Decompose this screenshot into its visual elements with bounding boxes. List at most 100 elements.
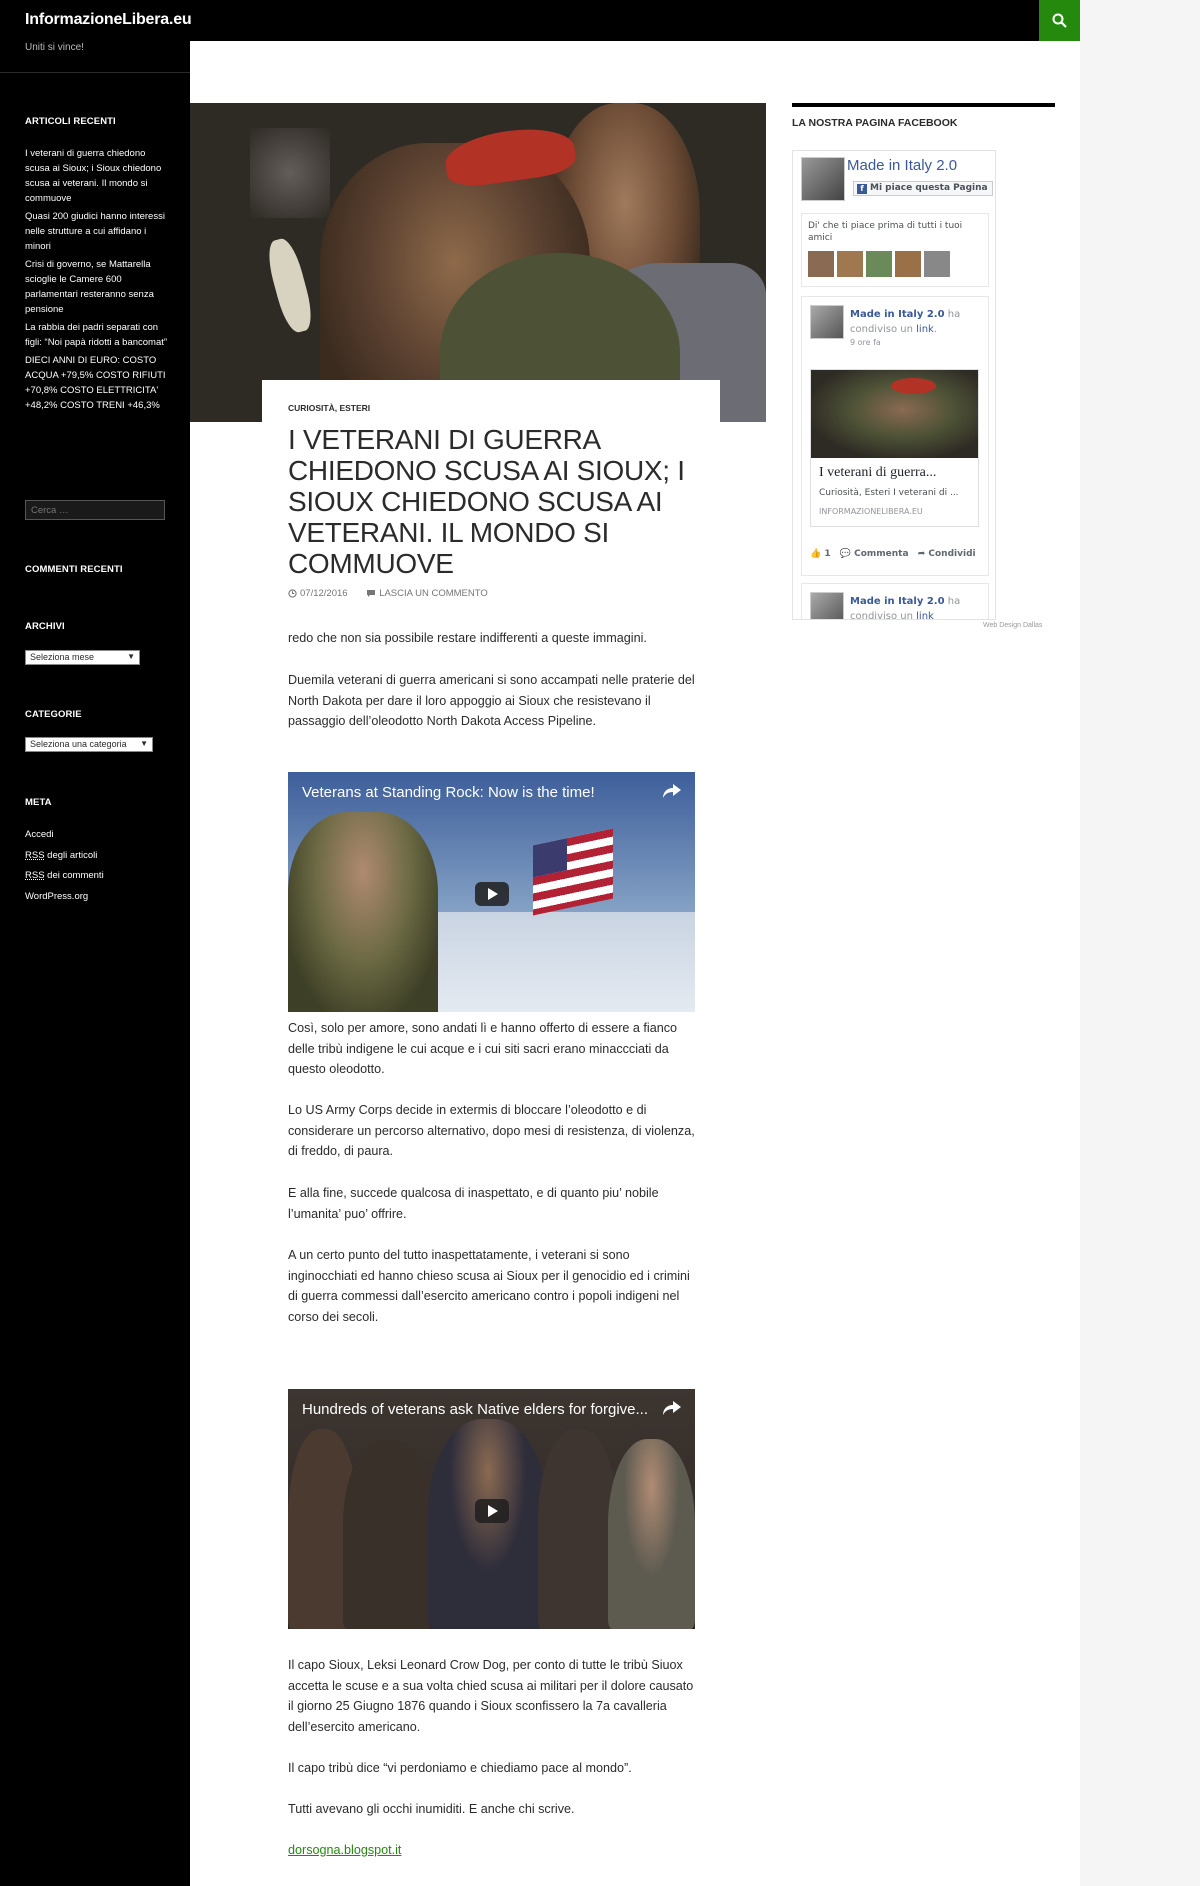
dropdown-arrow-icon: ▼	[140, 739, 148, 748]
video-title[interactable]: Hundreds of veterans ask Native elders f…	[302, 1401, 648, 1418]
post-actions: 👍 1 💬 Commenta ➦ Condividi	[810, 549, 980, 559]
share-icon[interactable]	[663, 784, 681, 803]
post-link[interactable]: link	[916, 324, 934, 335]
article-paragraph: A un certo punto del tutto inaspettatame…	[288, 1248, 690, 1324]
sidebar-search-input[interactable]	[25, 500, 165, 520]
rss-abbr: RSS	[25, 870, 45, 881]
comment-icon: 💬	[839, 549, 851, 559]
categories-select-value: Seleziona una categoria	[30, 739, 127, 749]
site-tagline: Uniti si vince!	[25, 42, 84, 53]
article-title: I VETERANI DI GUERRA CHIEDONO SCUSA AI S…	[288, 424, 685, 579]
like-page-label: Mi piace questa Pagina	[870, 183, 988, 193]
login-link[interactable]: Accedi	[25, 825, 104, 846]
recent-posts-title: ARTICOLI RECENTI	[25, 116, 116, 127]
rss-comments-link[interactable]: RSS dei commenti	[25, 866, 104, 887]
web-design-credit[interactable]: Web Design Dallas	[983, 622, 1042, 629]
play-button[interactable]	[475, 1499, 509, 1523]
friend-avatar[interactable]	[924, 251, 950, 277]
search-toggle-button[interactable]	[1039, 0, 1080, 41]
rss-articles-link[interactable]: RSS degli articoli	[25, 846, 104, 867]
rss-abbr: RSS	[25, 849, 45, 861]
comment-action[interactable]: 💬 Commenta	[840, 549, 912, 559]
post-time[interactable]: 9 ore fa	[850, 338, 881, 347]
page-avatar[interactable]	[801, 157, 845, 201]
page-name-link[interactable]: Made in Italy 2.0	[847, 157, 957, 174]
recent-post-link[interactable]: Crisi di governo, se Mattarella scioglie…	[25, 257, 170, 317]
link-preview-domain: INFORMAZIONELIBERA.EU	[819, 507, 923, 516]
post-date-text: 07/12/2016	[300, 588, 348, 599]
categories-select[interactable]: Seleziona una categoria ▼	[25, 737, 153, 752]
category-links[interactable]: CURIOSITÀ, ESTERI	[288, 403, 370, 413]
rss-articles-label: degli articoli	[44, 849, 98, 861]
archives-select[interactable]: Seleziona mese ▼	[25, 650, 140, 665]
post-author-link[interactable]: Made in Italy 2.0	[850, 309, 945, 320]
search-icon	[1052, 13, 1067, 28]
categories-title: CATEGORIE	[25, 709, 82, 720]
meta-title: META	[25, 797, 52, 808]
comment-label: Commenta	[854, 549, 909, 559]
rss-comments-label: dei commenti	[44, 870, 104, 881]
facebook-post-2: Made in Italy 2.0 ha condiviso un link	[801, 583, 989, 619]
article-paragraph: E alla fine, succede qualcosa di inaspet…	[288, 1186, 659, 1221]
video-title[interactable]: Veterans at Standing Rock: Now is the ti…	[302, 784, 595, 801]
link-preview-title: I veterani di guerra...	[819, 465, 937, 480]
recent-post-link[interactable]: I veterani di guerra chiedono scusa ai S…	[25, 146, 170, 206]
source-link[interactable]: dorsogna.blogspot.it	[288, 1843, 401, 1857]
post-date[interactable]: 07/12/2016	[288, 588, 356, 599]
likes-count: 1	[824, 549, 831, 559]
article-paragraph: Il capo Sioux, Leksi Leonard Crow Dog, p…	[288, 1658, 694, 1734]
friend-avatar[interactable]	[895, 251, 921, 277]
share-icon[interactable]	[663, 1401, 681, 1420]
article-paragraph: Lo US Army Corps decide in extermis di b…	[288, 1103, 695, 1159]
meta-links-list: Accedi RSS degli articoli RSS dei commen…	[25, 825, 104, 907]
featured-image[interactable]	[190, 103, 766, 422]
entry-header-box	[262, 380, 720, 422]
post-action-end: .	[933, 324, 938, 335]
post-author-avatar[interactable]	[810, 592, 844, 619]
friend-avatar[interactable]	[866, 251, 892, 277]
source-paragraph: dorsogna.blogspot.it	[288, 1840, 698, 1861]
friend-avatar[interactable]	[808, 251, 834, 277]
link-preview-image	[811, 370, 978, 458]
entry-meta: 07/12/2016 LASCIA UN COMMENTO	[288, 588, 504, 601]
facebook-widget-title: LA NOSTRA PAGINA FACEBOOK	[792, 117, 958, 129]
leave-comment-link[interactable]: LASCIA UN COMMENTO	[366, 588, 496, 599]
clock-icon	[288, 589, 297, 598]
facebook-post: Made in Italy 2.0 ha condiviso un link. …	[801, 296, 989, 576]
article-paragraph: Duemila veterani di guerra americani si …	[288, 673, 695, 729]
post-author-link[interactable]: Made in Italy 2.0	[850, 596, 945, 607]
share-action[interactable]: ➦ Condividi	[918, 549, 976, 559]
video-embed-2[interactable]: Hundreds of veterans ask Native elders f…	[288, 1389, 695, 1629]
archives-select-value: Seleziona mese	[30, 652, 95, 662]
recent-posts-list: I veterani di guerra chiedono scusa ai S…	[25, 146, 170, 416]
archives-title: ARCHIVI	[25, 621, 65, 632]
wordpress-link[interactable]: WordPress.org	[25, 887, 104, 908]
post-author-avatar[interactable]	[810, 305, 844, 339]
friends-avatars	[808, 251, 953, 281]
video-embed-1[interactable]: Veterans at Standing Rock: Now is the ti…	[288, 772, 695, 1012]
play-button[interactable]	[475, 882, 509, 906]
friends-card: Di' che ti piace prima di tutti i tuoi a…	[801, 213, 989, 287]
leave-comment-text: LASCIA UN COMMENTO	[379, 588, 488, 599]
site-title[interactable]: InformazioneLibera.eu	[25, 11, 192, 29]
link-preview[interactable]: I veterani di guerra... Curiosità, Ester…	[810, 369, 979, 527]
article-paragraph: redo che non sia possibile restare indif…	[288, 631, 647, 645]
post-action-text: ha	[944, 596, 961, 607]
post-link[interactable]: link	[916, 611, 934, 619]
recent-post-link[interactable]: DIECI ANNI DI EURO: COSTO ACQUA +79,5% C…	[25, 353, 170, 413]
sidebar-divider	[0, 72, 190, 73]
facebook-icon: f	[857, 184, 867, 194]
article-paragraph: Così, solo per amore, sono andati lì e h…	[288, 1021, 678, 1077]
recent-post-link[interactable]: Quasi 200 giudici hanno interessi nelle …	[25, 209, 170, 254]
like-action[interactable]: 👍 1	[810, 549, 834, 559]
facebook-page-plugin: Made in Italy 2.0 f Mi piace questa Pagi…	[792, 150, 996, 620]
site-header: InformazioneLibera.eu	[0, 0, 1080, 41]
article-paragraph: Il capo tribù dice “vi perdoniamo e chie…	[288, 1761, 632, 1775]
link-preview-description: Curiosità, Esteri I veterani di ...	[819, 488, 959, 498]
friends-like-text: Di' che ti piace prima di tutti i tuoi a…	[808, 221, 963, 243]
like-page-button[interactable]: f Mi piace questa Pagina	[853, 181, 993, 196]
comment-icon	[367, 590, 376, 597]
friend-avatar[interactable]	[837, 251, 863, 277]
widget-title-bar	[792, 103, 1055, 107]
recent-post-link[interactable]: La rabbia dei padri separati con figli: …	[25, 320, 170, 350]
